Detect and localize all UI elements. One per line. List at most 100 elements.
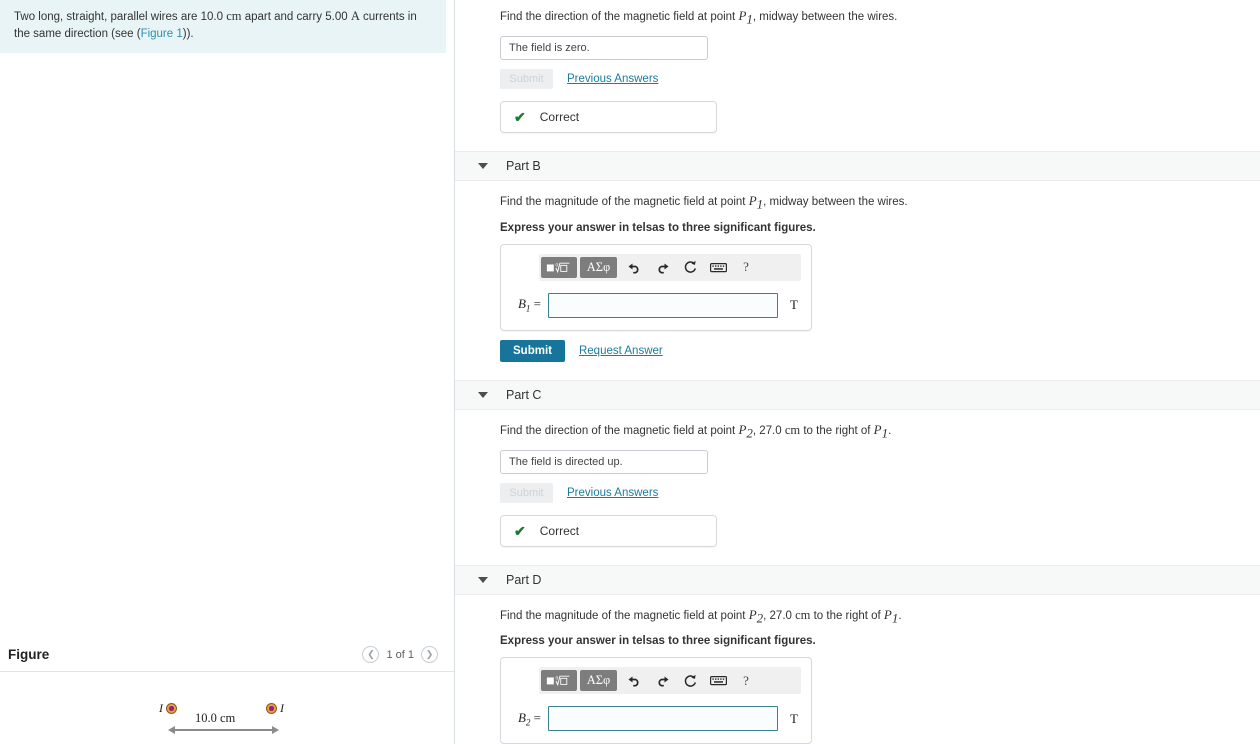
keyboard-icon[interactable] bbox=[704, 256, 732, 278]
part-a-answer-field[interactable] bbox=[500, 36, 708, 61]
part-b-question: Find the magnitude of the magnetic field… bbox=[500, 193, 1260, 212]
part-d-header[interactable]: Part D bbox=[455, 564, 1260, 595]
figure-dimension-label: 10.0 cm bbox=[195, 711, 236, 725]
chevron-down-icon[interactable] bbox=[478, 576, 488, 583]
part-a-body: Find the direction of the magnetic field… bbox=[455, 0, 1260, 134]
part-d-question: Find the magnitude of the magnetic field… bbox=[500, 607, 1260, 626]
greek-symbols-button[interactable]: ΑΣφ bbox=[580, 256, 617, 278]
part-section-d: Part D Find the magnitude of the magneti… bbox=[455, 564, 1260, 744]
part-d-question-mid: , 27.0 bbox=[763, 609, 796, 622]
problem-text-part1: Two long, straight, parallel wires are 1… bbox=[14, 11, 227, 23]
part-section-a: Find the direction of the magnetic field… bbox=[455, 0, 1260, 134]
part-c-status-box: ✔ Correct bbox=[500, 514, 717, 547]
part-c-status-label: Correct bbox=[539, 523, 580, 538]
part-d-answer-row: B2 = T bbox=[501, 706, 811, 732]
part-b-question-post: , midway between the wires. bbox=[763, 196, 908, 209]
part-d-answer-input[interactable] bbox=[548, 706, 778, 732]
part-b-var-subscript: 1 bbox=[525, 303, 531, 314]
part-a-question: Find the direction of the magnetic field… bbox=[500, 8, 1260, 27]
part-a-status-box: ✔ Correct bbox=[500, 101, 717, 134]
part-c-question-end: . bbox=[888, 424, 892, 437]
chevron-down-icon[interactable] bbox=[478, 391, 488, 398]
part-d-variable-label: B2 = bbox=[511, 710, 541, 728]
help-icon[interactable]: ? bbox=[732, 256, 760, 278]
part-d-question-pre: Find the magnitude of the magnetic field… bbox=[500, 609, 749, 622]
check-icon: ✔ bbox=[514, 522, 526, 539]
part-c-previous-answers-link[interactable]: Previous Answers bbox=[567, 487, 658, 499]
part-a-button-row: Submit Previous Answers bbox=[500, 69, 1260, 90]
part-d-math-widget: 0 ΑΣφ ? B2 = T bbox=[500, 657, 812, 744]
part-a-status-label: Correct bbox=[539, 110, 580, 125]
redo-icon[interactable] bbox=[648, 256, 676, 278]
problem-text-part4: )). bbox=[182, 28, 194, 40]
part-b-answer-input[interactable] bbox=[548, 292, 778, 318]
chevron-right-icon[interactable]: ❯ bbox=[421, 646, 438, 663]
part-c-question-post: to the right of bbox=[800, 424, 874, 437]
reset-icon[interactable] bbox=[676, 256, 704, 278]
part-d-body: Find the magnitude of the magnetic field… bbox=[455, 595, 1260, 744]
help-icon[interactable]: ? bbox=[732, 670, 760, 692]
undo-icon[interactable] bbox=[620, 256, 648, 278]
part-d-unit-label: T bbox=[790, 710, 798, 726]
part-c-header[interactable]: Part C bbox=[455, 379, 1260, 410]
part-d-var-symbol: B bbox=[517, 709, 526, 725]
figure-right-current-label: I bbox=[280, 701, 284, 715]
wire-symbol-right bbox=[266, 703, 277, 714]
right-pane: Find the direction of the magnetic field… bbox=[455, 0, 1260, 744]
figure-canvas: I I 10.0 cm bbox=[0, 672, 454, 744]
check-icon: ✔ bbox=[514, 109, 526, 126]
part-b-math-toolbar: 0 ΑΣφ ? bbox=[539, 253, 801, 281]
part-c-question-var2: P bbox=[873, 421, 882, 437]
part-b-request-answer-link[interactable]: Request Answer bbox=[579, 345, 663, 357]
part-c-question-unit: cm bbox=[784, 422, 801, 437]
template-sqrt-icon[interactable]: 0 bbox=[541, 256, 577, 278]
part-b-equals-sign: = bbox=[533, 296, 541, 312]
reset-icon[interactable] bbox=[676, 670, 704, 692]
problem-unit-cm: cm bbox=[226, 9, 242, 23]
part-b-question-pre: Find the magnitude of the magnetic field… bbox=[500, 196, 749, 209]
part-d-question-var: P bbox=[748, 606, 757, 622]
part-d-instruction: Express your answer in telsas to three s… bbox=[500, 635, 816, 648]
figure-page-label: 1 of 1 bbox=[386, 648, 414, 661]
figure-pager: ❮ 1 of 1 ❯ bbox=[362, 646, 438, 663]
part-c-submit-button: Submit bbox=[500, 482, 553, 503]
part-section-c: Part C Find the direction of the magneti… bbox=[455, 379, 1260, 547]
greek-symbols-button[interactable]: ΑΣφ bbox=[580, 670, 617, 692]
undo-icon[interactable] bbox=[620, 670, 648, 692]
part-b-variable-label: B1 = bbox=[511, 296, 541, 314]
part-c-answer-field[interactable] bbox=[500, 449, 708, 474]
part-d-question-post: to the right of bbox=[810, 609, 884, 622]
chevron-left-icon[interactable]: ❮ bbox=[362, 646, 380, 663]
keyboard-icon[interactable] bbox=[704, 670, 732, 692]
part-b-submit-button[interactable]: Submit bbox=[500, 339, 565, 362]
part-b-unit-label: T bbox=[790, 297, 798, 313]
part-b-label: Part B bbox=[506, 159, 541, 174]
problem-unit-a: A bbox=[350, 9, 360, 23]
figure-title: Figure bbox=[8, 647, 50, 662]
part-c-question-pre: Find the direction of the magnetic field… bbox=[500, 424, 739, 437]
part-d-math-toolbar: 0 ΑΣφ ? bbox=[539, 667, 801, 695]
part-a-submit-button: Submit bbox=[500, 69, 553, 90]
part-d-equals-sign: = bbox=[533, 709, 541, 725]
part-b-answer-row: B1 = T bbox=[501, 292, 811, 318]
part-d-var-subscript: 2 bbox=[525, 717, 531, 728]
left-pane: Two long, straight, parallel wires are 1… bbox=[0, 0, 455, 744]
part-b-instruction: Express your answer in telsas to three s… bbox=[500, 221, 816, 234]
part-b-header[interactable]: Part B bbox=[455, 151, 1260, 182]
problem-page: Two long, straight, parallel wires are 1… bbox=[0, 0, 1260, 744]
part-b-var-symbol: B bbox=[517, 296, 526, 312]
part-c-question-mid: , 27.0 bbox=[752, 424, 785, 437]
part-b-body: Find the magnitude of the magnetic field… bbox=[455, 181, 1260, 362]
part-a-previous-answers-link[interactable]: Previous Answers bbox=[567, 73, 658, 85]
part-a-question-pre: Find the direction of the magnetic field… bbox=[500, 11, 739, 23]
template-sqrt-icon[interactable]: 0 bbox=[541, 670, 577, 692]
part-c-label: Part C bbox=[506, 387, 542, 402]
part-c-question: Find the direction of the magnetic field… bbox=[500, 422, 1260, 441]
figure-panel: Figure ❮ 1 of 1 ❯ I I 10.0 cm bbox=[0, 646, 454, 744]
chevron-down-icon[interactable] bbox=[478, 163, 488, 170]
figure-1-link[interactable]: Figure 1 bbox=[141, 28, 183, 40]
redo-icon[interactable] bbox=[648, 670, 676, 692]
part-b-button-row: Submit Request Answer bbox=[500, 339, 1260, 362]
part-c-button-row: Submit Previous Answers bbox=[500, 482, 1260, 503]
part-d-question-end: . bbox=[898, 609, 902, 622]
